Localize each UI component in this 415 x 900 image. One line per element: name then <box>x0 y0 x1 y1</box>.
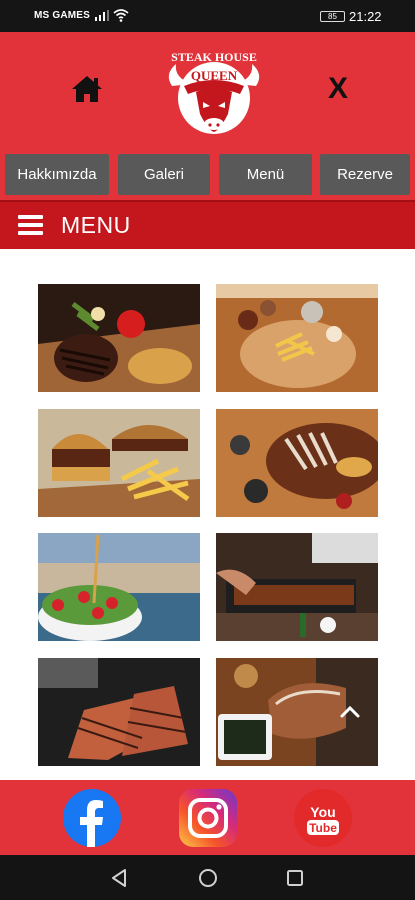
battery-indicator: 85 <box>320 11 345 22</box>
top-nav: Hakkımızda Galeri Menü Rezerve <box>0 150 415 200</box>
gallery-tile-chef-grill[interactable] <box>216 533 378 641</box>
close-button[interactable]: X <box>322 72 354 106</box>
logo-name: QUEEN <box>191 68 238 83</box>
status-bar: MS GAMES 85 21:22 <box>0 0 415 32</box>
wifi-icon <box>113 9 129 22</box>
recents-icon[interactable] <box>286 869 304 887</box>
gallery-tile-lamb-chops[interactable] <box>216 409 378 517</box>
chevron-up-icon[interactable] <box>336 698 364 726</box>
hamburger-icon[interactable] <box>18 215 43 235</box>
carrier-label: MS GAMES <box>34 10 91 21</box>
youtube-label-top: You <box>310 804 335 820</box>
nav-about-button[interactable]: Hakkımızda <box>5 154 109 195</box>
logo-title: STEAK HOUSE <box>171 50 257 64</box>
clock: 21:22 <box>349 9 382 24</box>
steakhouse-logo: STEAK HOUSE QUEEN <box>168 50 260 134</box>
home-circle-icon[interactable] <box>198 868 218 888</box>
gallery-tile-fries-board[interactable] <box>216 284 378 392</box>
app-header: STEAK HOUSE QUEEN X <box>0 32 415 150</box>
gallery-tile-burger-fries[interactable] <box>38 409 200 517</box>
menu-bar: MENU <box>0 200 415 249</box>
gallery-tile-grilling-steaks[interactable] <box>38 658 200 766</box>
youtube-icon[interactable]: You Tube <box>294 789 352 847</box>
nav-menu-button[interactable]: Menü <box>219 154 312 195</box>
nav-gallery-button[interactable]: Galeri <box>118 154 210 195</box>
social-bar: You Tube <box>0 780 415 855</box>
youtube-label-bottom: Tube <box>309 821 337 835</box>
nav-reserve-button[interactable]: Rezerve <box>320 154 410 195</box>
gallery-tile-salad-bowl[interactable] <box>38 533 200 641</box>
back-icon[interactable] <box>110 868 128 888</box>
system-nav-bar <box>0 855 415 900</box>
gallery-tile-steak-plate[interactable] <box>38 284 200 392</box>
app-screen: MS GAMES 85 21:22 STEAK HOUSE QUEEN X Ha… <box>0 0 415 900</box>
home-icon[interactable] <box>70 74 104 104</box>
signal-icon <box>95 10 109 21</box>
instagram-icon[interactable] <box>179 789 237 847</box>
menu-title: MENU <box>61 212 131 238</box>
facebook-icon[interactable] <box>63 789 121 847</box>
